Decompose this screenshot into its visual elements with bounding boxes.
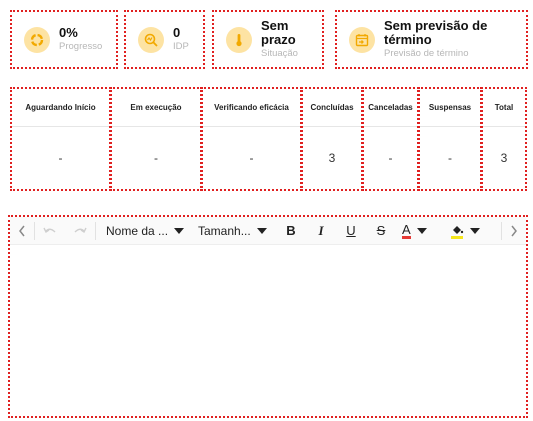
progress-label: Progresso [59, 41, 103, 52]
highlight-color-dropdown[interactable] [450, 217, 486, 245]
idp-card: 0 IDP [124, 10, 205, 69]
chevron-left-icon [19, 225, 25, 236]
status-col-concluidas: Concluídas 3 [301, 87, 363, 191]
strikethrough-button[interactable]: S [366, 217, 396, 245]
font-name-dropdown[interactable]: Nome da ... [106, 217, 190, 245]
chevron-down-icon [470, 227, 480, 234]
font-size-dropdown[interactable]: Tamanh... [198, 217, 276, 245]
redo-icon [74, 227, 87, 233]
situation-card: Sem prazo Situação [212, 10, 324, 69]
status-header: Canceladas [364, 89, 417, 127]
bold-icon: B [286, 223, 296, 238]
paint-bucket-icon [451, 225, 464, 239]
chevron-down-icon [416, 227, 427, 234]
idp-value: 0 [173, 25, 181, 40]
font-color-dropdown[interactable]: A [402, 217, 438, 245]
calendar-arrow-icon [349, 26, 375, 53]
status-value: - [388, 151, 393, 165]
forecast-label: Previsão de término [384, 48, 469, 59]
editor-content-area[interactable] [10, 246, 526, 416]
status-value: - [249, 151, 254, 165]
forecast-value-line1: Sem previsão de [384, 18, 488, 33]
undo-button[interactable] [35, 217, 65, 245]
situation-label: Situação [261, 48, 298, 59]
status-col-em-execucao: Em execução - [110, 87, 202, 191]
status-col-suspensas: Suspensas - [418, 87, 482, 191]
progress-ring-icon [24, 26, 50, 53]
rich-text-editor: Nome da ... Tamanh... B I U S A [8, 215, 528, 418]
status-value: - [58, 151, 63, 165]
progress-card: 0% Progresso [10, 10, 118, 69]
status-header: Total [483, 89, 525, 127]
redo-button[interactable] [65, 217, 95, 245]
status-header: Em execução [112, 89, 200, 127]
status-col-canceladas: Canceladas - [362, 87, 419, 191]
forecast-card: Sem previsão de término Previsão de térm… [335, 10, 528, 69]
bold-button[interactable]: B [276, 217, 306, 245]
italic-button[interactable]: I [306, 217, 336, 245]
chevron-down-icon [256, 227, 267, 234]
search-chart-icon [138, 26, 164, 53]
undo-icon [43, 227, 56, 233]
font-color-icon: A [402, 221, 411, 239]
progress-value: 0% [59, 25, 78, 40]
status-header: Suspensas [420, 89, 480, 127]
status-value: 3 [328, 151, 336, 165]
toolbar-scroll-left-button[interactable] [10, 217, 34, 245]
status-col-aguardando: Aguardando Início - [10, 87, 111, 191]
editor-toolbar: Nome da ... Tamanh... B I U S A [10, 217, 526, 245]
toolbar-separator [95, 221, 96, 240]
chevron-down-icon [174, 227, 185, 234]
strikethrough-icon: S [376, 223, 386, 238]
situation-value-line1: Sem [261, 18, 289, 33]
chevron-right-icon [511, 225, 517, 236]
forecast-value-line2: término [384, 32, 432, 47]
status-col-total: Total 3 [481, 87, 527, 191]
toolbar-scroll-right-button[interactable] [502, 217, 526, 245]
underline-icon: U [346, 223, 356, 238]
thermometer-icon [226, 26, 252, 53]
status-col-verificando: Verificando eficácia - [201, 87, 302, 191]
font-name-value: Nome da ... [106, 223, 169, 238]
status-value: 3 [500, 151, 508, 165]
idp-label: IDP [173, 41, 189, 52]
status-value: - [448, 151, 452, 165]
status-header: Concluídas [303, 89, 361, 127]
situation-value-line2: prazo [261, 32, 296, 47]
italic-icon: I [318, 222, 324, 238]
underline-button[interactable]: U [336, 217, 366, 245]
font-size-value: Tamanh... [198, 223, 251, 238]
status-header: Aguardando Início [12, 89, 109, 127]
status-header: Verificando eficácia [203, 89, 300, 127]
status-value: - [154, 151, 158, 165]
